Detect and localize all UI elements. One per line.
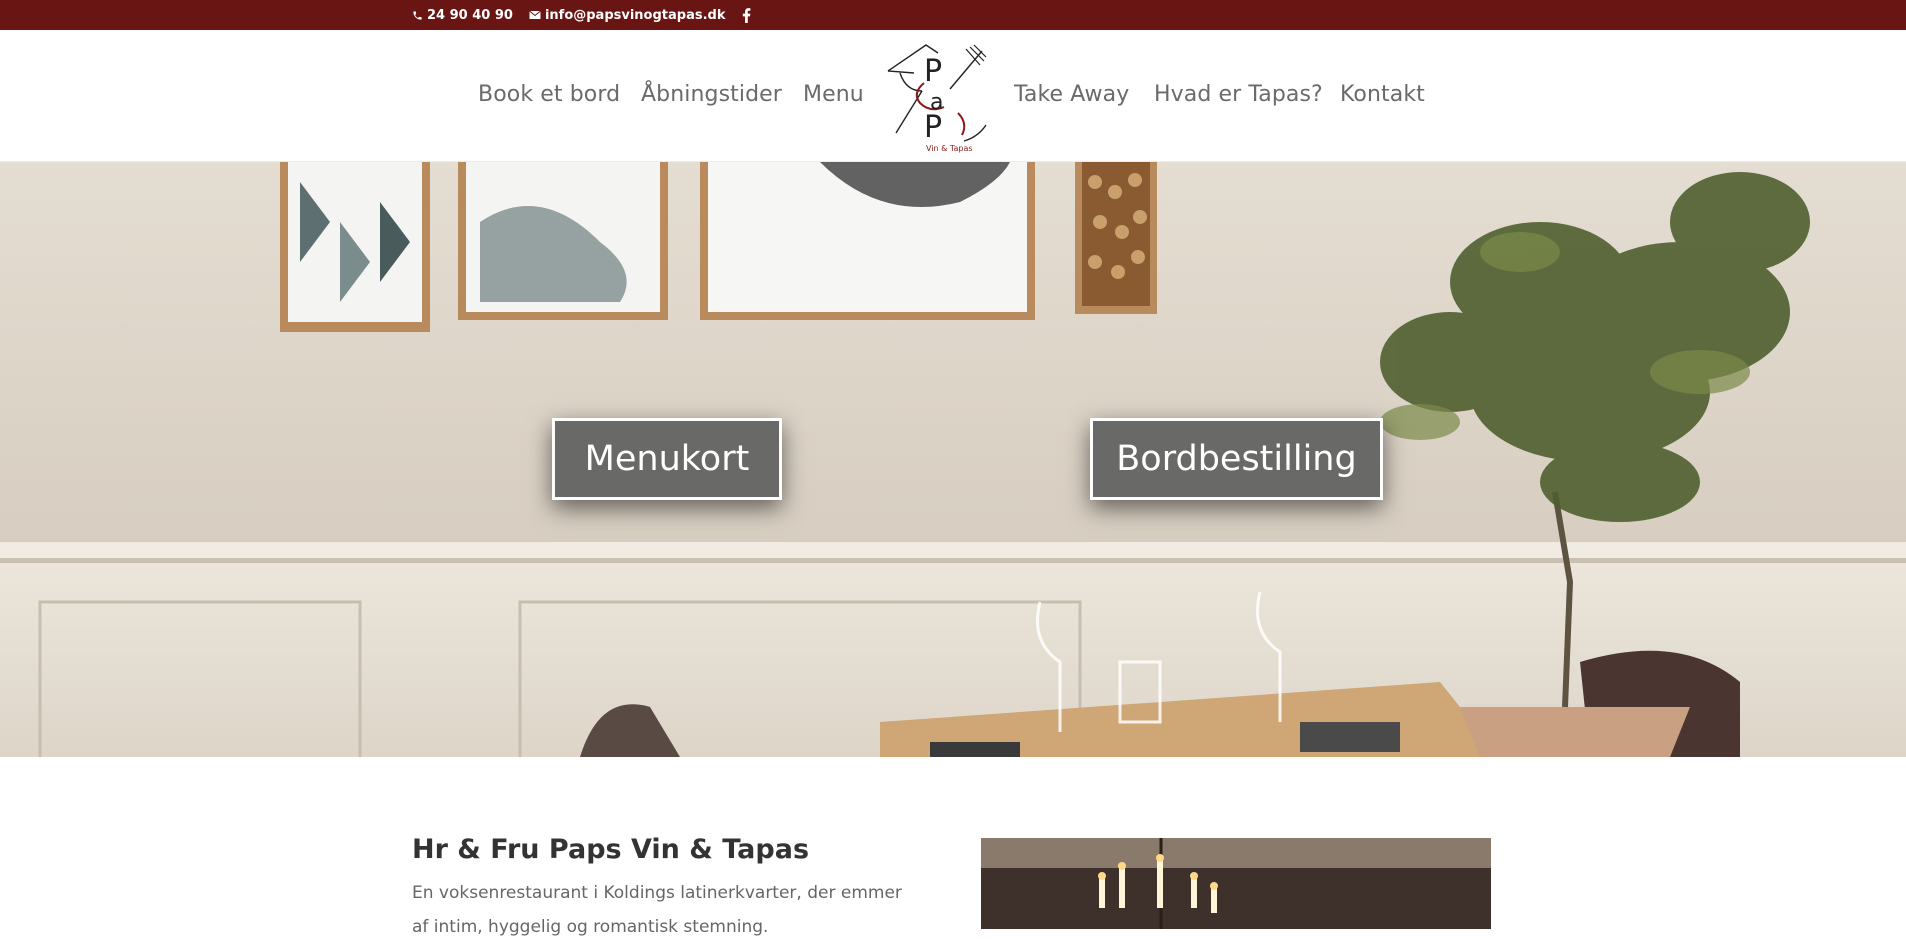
intro-text: En voksenrestaurant i Koldings latinerkv… [412,883,902,937]
email-link[interactable]: info@papsvinogtapas.dk [529,8,726,23]
site-header: Book et bord Åbningstider Menu P a P Vin… [0,30,1906,162]
menukort-button[interactable]: Menukort [552,418,782,500]
nav-item-menu[interactable]: Menu [803,82,864,107]
phone-number: 24 90 40 90 [427,7,513,23]
email-address: info@papsvinogtapas.dk [544,7,726,23]
facebook-icon [742,7,751,23]
facebook-link[interactable] [742,7,751,23]
nav-item-hvad-er-tapas[interactable]: Hvad er Tapas? [1154,82,1323,107]
nav-item-abningstider[interactable]: Åbningstider [641,82,782,107]
logo-tagline: Vin & Tapas [926,144,973,153]
site-logo[interactable]: P a P Vin & Tapas [886,43,988,155]
hero-banner: Menukort Bordbestilling [0,162,1906,757]
logo-letter-p2: P [924,110,942,145]
phone-link[interactable]: 24 90 40 90 [412,8,513,23]
intro-title: Hr & Fru Paps Vin & Tapas [412,834,810,865]
hero-background-photo [0,162,1906,757]
restaurant-interior-photo [981,838,1491,929]
nav-item-book-et-bord[interactable]: Book et bord [478,82,620,107]
phone-icon [412,10,423,21]
nav-item-take-away[interactable]: Take Away [1014,82,1129,107]
top-bar: 24 90 40 90 info@papsvinogtapas.dk [0,0,1906,30]
bordbestilling-button[interactable]: Bordbestilling [1090,418,1383,500]
nav-item-kontakt[interactable]: Kontakt [1340,82,1425,107]
logo-letter-p1: P [924,54,942,89]
envelope-icon [529,10,541,20]
